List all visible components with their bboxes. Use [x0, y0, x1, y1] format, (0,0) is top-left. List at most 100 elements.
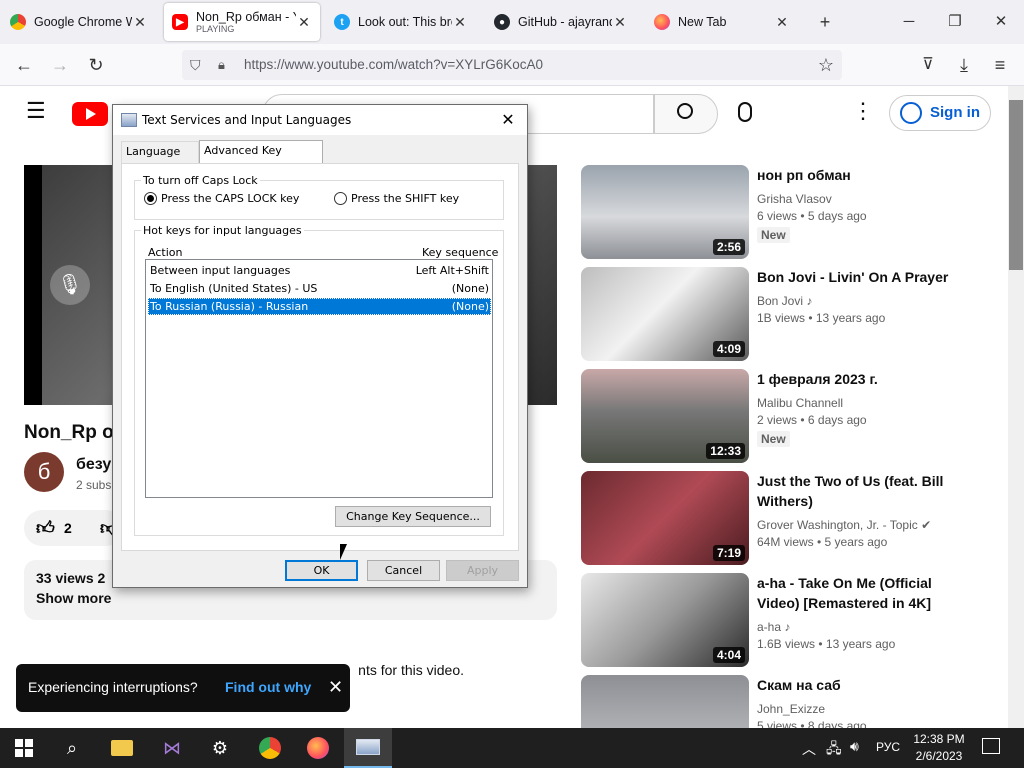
apply-button[interactable]: Apply — [446, 560, 519, 581]
recommendation-channel[interactable]: John_Exizze — [757, 702, 825, 716]
recommendation-title[interactable]: Just the Two of Us (feat. Bill Withers) — [757, 471, 957, 511]
lock-icon[interactable]: 🔒︎ — [218, 50, 225, 80]
recommendation-title[interactable]: Bon Jovi - Livin' On A Prayer — [757, 267, 957, 287]
forward-arrow-icon[interactable]: → — [46, 51, 74, 79]
firefox-icon[interactable] — [294, 728, 342, 768]
file-explorer-icon[interactable] — [98, 728, 146, 768]
tab-github[interactable]: ● GitHub - ajayrandh ✕ — [486, 3, 636, 41]
tab-youtube[interactable]: ▶ Non_Rp обман - Y PLAYING ✕ — [164, 3, 320, 41]
volume-icon[interactable]: 🔊︎ — [850, 738, 859, 755]
search-button[interactable] — [654, 94, 718, 134]
minimize-button[interactable]: ─ — [894, 8, 924, 36]
recommendation-item[interactable]: Скам на саб John_Exizze 5 views • 8 days… — [581, 675, 981, 728]
clock-date[interactable]: 2/6/2023 — [904, 749, 974, 763]
recommendation-channel[interactable]: Bon Jovi ♪ — [757, 294, 812, 308]
recommendation-item[interactable]: 4:09 Bon Jovi - Livin' On A Prayer Bon J… — [581, 267, 981, 361]
notifications-icon[interactable] — [982, 738, 1000, 754]
recommendation-item[interactable]: 2:56 нон рп обман Grisha Vlasov 6 views … — [581, 165, 981, 259]
tab-look-out[interactable]: t Look out: This brow ✕ — [326, 3, 476, 41]
shield-icon[interactable]: ⛉ — [190, 50, 201, 80]
recommendation-channel[interactable]: a-ha ♪ — [757, 620, 790, 634]
guide-menu-icon[interactable]: ☰ — [26, 98, 46, 124]
recommendation-title[interactable]: 1 февраля 2023 г. — [757, 369, 957, 389]
like-button[interactable]: 👍︎ 2 👎︎ — [24, 510, 124, 546]
microphone-icon[interactable] — [738, 102, 752, 122]
tab-advanced-key-settings[interactable]: Advanced Key Settings — [199, 140, 323, 177]
hotkey-row-selected[interactable]: To Russian (Russia) - Russian (None) — [148, 298, 491, 315]
chrome-icon[interactable] — [246, 728, 294, 768]
url-text[interactable]: https://www.youtube.com/watch?v=XYLrG6Ko… — [244, 57, 543, 72]
video-thumbnail[interactable]: 12:33 — [581, 369, 749, 463]
recommendation-channel[interactable]: Malibu Channell — [757, 396, 843, 410]
ok-button[interactable]: OK — [285, 560, 358, 581]
cancel-button[interactable]: Cancel — [367, 560, 440, 581]
new-tab-button[interactable]: + — [810, 8, 840, 36]
hotkey-action: To English (United States) - US — [150, 282, 318, 295]
recommendation-title[interactable]: нон рп обман — [757, 165, 957, 185]
youtube-logo[interactable] — [72, 102, 108, 126]
video-thumbnail[interactable]: 4:04 — [581, 573, 749, 667]
input-language-indicator[interactable]: РУС — [876, 740, 900, 754]
menu-hamburger-icon[interactable]: ≡ — [986, 51, 1014, 79]
channel-avatar[interactable]: б — [24, 452, 64, 492]
dialog-close-button[interactable]: ✕ — [495, 108, 521, 132]
dialog-title-bar[interactable]: Text Services and Input Languages ✕ — [113, 105, 527, 135]
browser-tab-bar: Google Chrome We ✕ ▶ Non_Rp обман - Y PL… — [0, 0, 1024, 44]
window-close-button[interactable]: ✕ — [986, 8, 1016, 36]
search-icon[interactable]: ⌕ — [48, 728, 96, 768]
tab-google-chrome[interactable]: Google Chrome We ✕ — [2, 3, 156, 41]
recommendation-item[interactable]: 7:19 Just the Two of Us (feat. Bill With… — [581, 471, 981, 565]
find-out-why-link[interactable]: Find out why — [225, 679, 311, 695]
channel-name[interactable]: безу — [76, 456, 111, 474]
pocket-icon[interactable]: ⊽ — [914, 51, 942, 79]
change-key-sequence-button[interactable]: Change Key Sequence... — [335, 506, 491, 527]
video-thumbnail[interactable]: 7:19 — [581, 471, 749, 565]
recommendation-meta: 5 views • 8 days ago — [757, 719, 867, 728]
recommendation-item[interactable]: 12:33 1 февраля 2023 г. Malibu Channell … — [581, 369, 981, 463]
shift-key-radio[interactable]: Press the SHIFT key — [334, 192, 459, 205]
hotkey-row[interactable]: Between input languages Left Alt+Shift — [148, 262, 491, 279]
hotkey-list[interactable]: Between input languages Left Alt+Shift T… — [145, 259, 493, 498]
clock-time[interactable]: 12:38 PM — [904, 732, 974, 746]
sign-in-button[interactable]: Sign in — [889, 95, 991, 131]
folder-shape — [111, 740, 133, 756]
more-options-icon[interactable]: ⋮ — [852, 98, 874, 124]
maximize-button[interactable]: ❐ — [940, 8, 970, 36]
recommendation-title[interactable]: a-ha - Take On Me (Official Video) [Rema… — [757, 573, 957, 613]
reload-icon[interactable]: ↻ — [82, 51, 110, 79]
channel-subscribers: 2 subs — [76, 478, 112, 492]
scrollbar-thumb[interactable] — [1009, 100, 1023, 270]
video-thumbnail[interactable]: 4:09 — [581, 267, 749, 361]
download-icon[interactable]: ⤓ — [950, 51, 978, 79]
tab-close-icon[interactable]: ✕ — [452, 14, 468, 31]
visual-studio-icon[interactable]: ⋈ — [148, 728, 196, 768]
tab-new-tab[interactable]: New Tab ✕ — [646, 3, 798, 41]
recommendation-title[interactable]: Скам на саб — [757, 675, 957, 695]
keyboard-settings-taskbar-icon[interactable] — [344, 728, 392, 768]
network-icon[interactable]: 🖧︎ — [826, 738, 842, 762]
back-arrow-icon[interactable]: ← — [10, 51, 38, 79]
hotkey-row[interactable]: To English (United States) - US (None) — [148, 280, 491, 297]
tab-close-icon[interactable]: ✕ — [296, 14, 312, 31]
video-thumbnail[interactable] — [581, 675, 749, 728]
url-bar[interactable]: ⛉ 🔒︎ https://www.youtube.com/watch?v=XYL… — [182, 50, 842, 80]
recommendation-channel[interactable]: Grover Washington, Jr. - Topic ✔ — [757, 518, 931, 532]
caps-lock-key-radio[interactable]: Press the CAPS LOCK key — [144, 192, 299, 205]
channel-label: a-ha — [757, 620, 782, 634]
windows-start-icon[interactable] — [0, 728, 48, 768]
show-more-link[interactable]: Show more — [36, 590, 111, 606]
settings-gear-icon[interactable]: ⚙ — [196, 728, 244, 768]
tab-close-icon[interactable]: ✕ — [132, 14, 148, 31]
browser-nav-bar: ← → ↻ ⛉ 🔒︎ https://www.youtube.com/watch… — [0, 44, 1024, 86]
recommendation-item[interactable]: 4:04 a-ha - Take On Me (Official Video) … — [581, 573, 981, 667]
recommendation-channel[interactable]: Grisha Vlasov — [757, 192, 832, 206]
toast-close-icon[interactable]: ✕ — [328, 677, 343, 698]
tab-close-icon[interactable]: ✕ — [774, 14, 790, 31]
tab-title: Look out: This brow — [358, 15, 452, 29]
game-mic-icon: 🎙︎ — [50, 265, 90, 305]
video-thumbnail[interactable]: 2:56 — [581, 165, 749, 259]
bookmark-star-icon[interactable]: ☆ — [818, 50, 834, 80]
tab-language-bar[interactable]: Language Bar — [121, 141, 199, 178]
show-hidden-icons-chevron-icon[interactable]: ︿ — [802, 739, 816, 759]
tab-close-icon[interactable]: ✕ — [612, 14, 628, 31]
